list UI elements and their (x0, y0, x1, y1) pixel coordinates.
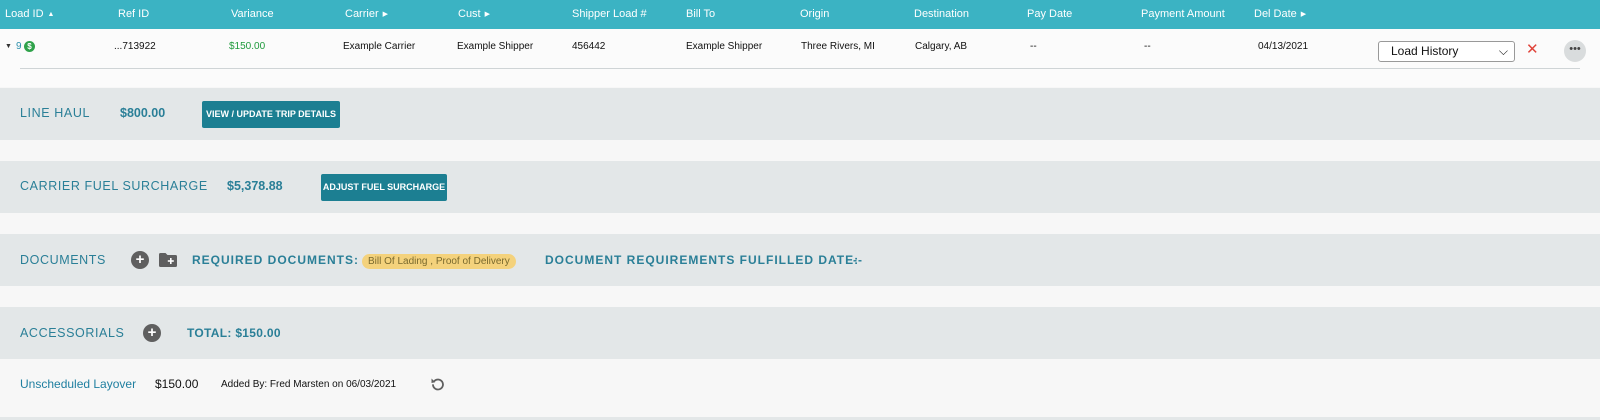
documents-section: DOCUMENTS + REQUIRED DOCUMENTS: Bill Of … (0, 234, 1600, 286)
header-label: Bill To (686, 8, 716, 20)
view-update-trip-details-button[interactable]: VIEW / UPDATE TRIP DETAILS (202, 101, 340, 128)
accessorials-total: TOTAL: $150.00 (187, 326, 281, 340)
caret-right-icon: ▶ (484, 11, 491, 18)
line-haul-section: LINE HAUL $800.00 VIEW / UPDATE TRIP DET… (0, 88, 1600, 140)
close-icon[interactable]: ✕ (1526, 40, 1539, 58)
adjust-fuel-surcharge-button[interactable]: ADJUST FUEL SURCHARGE (321, 174, 447, 201)
fulfilled-date-label: DOCUMENT REQUIREMENTS FULFILLED DATE: (545, 253, 860, 267)
header-label: Ref ID (118, 8, 150, 20)
expand-caret-icon[interactable]: ▼ (5, 43, 12, 50)
accessorial-amount: $150.00 (155, 377, 199, 391)
caret-right-icon: ▶ (382, 11, 389, 18)
bill-to-cell: Example Shipper (686, 41, 763, 52)
header-variance[interactable]: Variance (231, 0, 274, 29)
select-value: Load History (1391, 44, 1459, 58)
more-options-icon[interactable]: ••• (1564, 40, 1586, 62)
header-pay-date[interactable]: Pay Date (1027, 0, 1072, 29)
header-carrier[interactable]: Carrier ▶ (345, 0, 388, 29)
line-haul-value: $800.00 (120, 106, 166, 120)
header-bill-to[interactable]: Bill To (686, 0, 715, 29)
ref-id-cell: ...713922 (114, 41, 156, 52)
fuel-surcharge-value: $5,378.88 (227, 179, 283, 193)
header-payment-amount[interactable]: Payment Amount (1141, 0, 1225, 29)
accessorial-name-link[interactable]: Unscheduled Layover (20, 377, 136, 391)
header-label: Shipper Load # (572, 8, 647, 20)
header-ref-id[interactable]: Ref ID (118, 0, 149, 29)
sort-up-icon: ▲ (47, 11, 55, 18)
header-label: Variance (231, 8, 274, 20)
payment-amount-cell: -- (1144, 41, 1151, 52)
header-shipper-load[interactable]: Shipper Load # (572, 0, 647, 29)
load-id-link[interactable]: 9 (16, 41, 22, 52)
accessorials-section: ACCESSORIALS + TOTAL: $150.00 (0, 307, 1600, 359)
chevron-down-icon: ⌵ (1498, 44, 1508, 58)
fuel-surcharge-section: CARRIER FUEL SURCHARGE $5,378.88 ADJUST … (0, 161, 1600, 213)
add-accessorial-icon[interactable]: + (143, 324, 161, 342)
fuel-surcharge-label: CARRIER FUEL SURCHARGE (20, 179, 208, 193)
required-documents-badge: Bill Of Lading , Proof of Delivery (362, 254, 516, 269)
load-history-select[interactable]: Load History ⌵ (1378, 41, 1515, 62)
header-label: Del Date (1254, 8, 1297, 20)
table-header: Load ID ▲ Ref ID Variance Carrier ▶ Cust ▶ … (0, 0, 1600, 29)
cust-cell: Example Shipper (457, 41, 534, 52)
documents-label: DOCUMENTS (20, 253, 106, 267)
header-label: Cust (458, 8, 481, 20)
fulfilled-date-value: -- (853, 253, 863, 267)
shipper-load-cell: 456442 (572, 41, 606, 52)
accessorials-label: ACCESSORIALS (20, 326, 125, 340)
header-cust[interactable]: Cust ▶ (458, 0, 490, 29)
origin-cell: Three Rivers, MI (801, 41, 875, 52)
header-label: Origin (800, 8, 830, 20)
divider (20, 68, 1580, 69)
required-documents-label: REQUIRED DOCUMENTS: (192, 253, 360, 267)
header-destination[interactable]: Destination (914, 0, 969, 29)
line-haul-label: LINE HAUL (20, 106, 91, 120)
undo-icon[interactable] (430, 376, 446, 392)
table-row[interactable]: ▼ 9 $ ...713922 $150.00 Example Carrier … (0, 29, 1600, 87)
header-label: Load ID (5, 8, 44, 20)
header-label: Carrier (345, 8, 379, 20)
add-document-icon[interactable]: + (131, 251, 149, 269)
header-label: Destination (914, 8, 970, 20)
caret-right-icon: ▶ (1300, 11, 1307, 18)
pay-date-cell: -- (1030, 41, 1037, 52)
variance-cell: $150.00 (229, 41, 266, 52)
carrier-cell: Example Carrier (343, 41, 416, 52)
accessorial-added-by: Added By: Fred Marsten on 06/03/2021 (221, 379, 397, 390)
header-label: Payment Amount (1141, 8, 1225, 20)
add-folder-icon[interactable] (159, 253, 177, 267)
paid-dollar-icon: $ (24, 41, 35, 52)
header-load-id[interactable]: Load ID ▲ (5, 0, 54, 29)
destination-cell: Calgary, AB (915, 41, 968, 52)
del-date-cell: 04/13/2021 (1258, 41, 1309, 52)
header-origin[interactable]: Origin (800, 0, 829, 29)
header-del-date[interactable]: Del Date ▶ (1254, 0, 1306, 29)
header-label: Pay Date (1027, 8, 1073, 20)
